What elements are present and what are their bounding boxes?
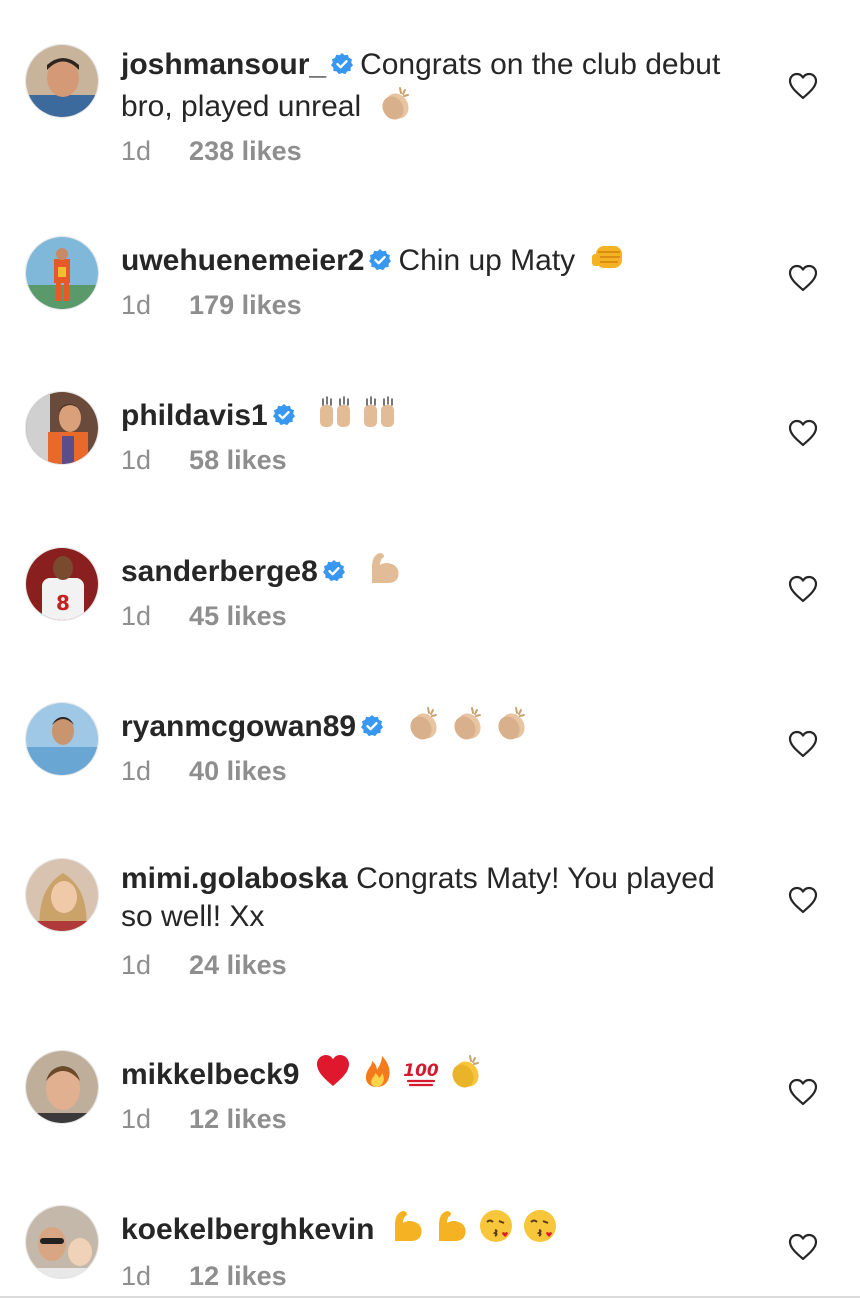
verified-badge-icon bbox=[369, 249, 392, 271]
timestamp: 1d bbox=[121, 136, 152, 166]
like-count[interactable]: 179 likes bbox=[189, 290, 302, 320]
comments-list: joshmansour_ Congrats on the club debut b… bbox=[0, 0, 860, 1298]
like-count[interactable]: 12 likes bbox=[189, 1104, 287, 1134]
comment-meta: 1d 58 likes bbox=[121, 445, 287, 476]
username[interactable]: mimi.golaboska bbox=[121, 862, 348, 895]
username[interactable]: joshmansour_ bbox=[121, 48, 326, 81]
emoji-group bbox=[590, 238, 628, 276]
svg-text:8: 8 bbox=[56, 591, 70, 615]
comment-text: ryanmcgowan89 bbox=[121, 704, 741, 746]
timestamp: 1d bbox=[121, 445, 152, 475]
emoji-group bbox=[376, 84, 414, 122]
comment-text: sanderberge8 bbox=[121, 549, 741, 591]
heart-outline-icon[interactable] bbox=[788, 730, 818, 758]
avatar[interactable]: 8 bbox=[25, 547, 99, 621]
clapping-hands-icon bbox=[498, 707, 526, 740]
comment-text: phildavis1 bbox=[121, 393, 741, 435]
username[interactable]: koekelberghkevin bbox=[121, 1213, 374, 1246]
like-count[interactable]: 58 likes bbox=[189, 445, 287, 475]
heart-outline-icon[interactable] bbox=[788, 264, 818, 292]
timestamp: 1d bbox=[121, 950, 152, 980]
timestamp: 1d bbox=[121, 1261, 152, 1291]
like-count[interactable]: 238 likes bbox=[189, 136, 302, 166]
verified-badge-icon bbox=[331, 53, 354, 75]
comment-text: joshmansour_ Congrats on the club debut b… bbox=[121, 46, 741, 126]
flexed-biceps-icon bbox=[438, 1211, 466, 1241]
timestamp: 1d bbox=[121, 601, 152, 631]
svg-text:100: 100 bbox=[403, 1061, 439, 1081]
comment-text: uwehuenemeier2 Chin up Maty bbox=[121, 238, 741, 280]
emoji-group bbox=[404, 704, 530, 742]
flexed-biceps-icon bbox=[372, 553, 399, 583]
kissing-face-icon bbox=[479, 1210, 512, 1242]
avatar[interactable] bbox=[25, 391, 99, 465]
verified-badge-icon bbox=[361, 715, 384, 737]
timestamp: 1d bbox=[121, 756, 152, 786]
avatar[interactable] bbox=[25, 44, 99, 118]
fire-icon bbox=[365, 1056, 390, 1087]
raising-hands-icon bbox=[320, 396, 351, 427]
verified-badge-icon bbox=[272, 404, 295, 426]
username[interactable]: phildavis1 bbox=[121, 399, 268, 432]
emoji-group: 100 bbox=[314, 1052, 484, 1090]
comment-body: Chin up Maty bbox=[398, 244, 576, 277]
comment-meta: 1d 12 likes bbox=[121, 1261, 287, 1292]
comment-meta: 1d 12 likes bbox=[121, 1104, 287, 1135]
clapping-hands-icon bbox=[410, 707, 438, 740]
like-count[interactable]: 40 likes bbox=[189, 756, 287, 786]
heart-outline-icon[interactable] bbox=[788, 72, 818, 100]
username[interactable]: mikkelbeck9 bbox=[121, 1058, 299, 1091]
emoji-group bbox=[366, 549, 404, 587]
avatar[interactable] bbox=[25, 236, 99, 310]
clapping-hands-icon bbox=[452, 1055, 479, 1088]
clapping-hands-icon bbox=[381, 87, 409, 120]
comment-meta: 1d 179 likes bbox=[121, 290, 302, 321]
emoji-group bbox=[316, 393, 398, 431]
flexed-biceps-icon bbox=[394, 1211, 422, 1241]
fist-bump-icon bbox=[591, 246, 622, 268]
kissing-face-icon bbox=[523, 1210, 556, 1242]
comment-meta: 1d 24 likes bbox=[121, 950, 287, 981]
like-count[interactable]: 45 likes bbox=[189, 601, 287, 631]
avatar[interactable] bbox=[25, 1050, 99, 1124]
comment-meta: 1d 40 likes bbox=[121, 756, 287, 787]
heart-outline-icon[interactable] bbox=[788, 1233, 818, 1261]
comment-text: mikkelbeck9 100 bbox=[121, 1052, 741, 1094]
clapping-hands-icon bbox=[454, 707, 482, 740]
hundred-points-icon: 100 bbox=[403, 1061, 439, 1087]
heart-outline-icon[interactable] bbox=[788, 419, 818, 447]
like-count[interactable]: 24 likes bbox=[189, 950, 287, 980]
raising-hands-icon bbox=[364, 396, 395, 427]
emoji-group bbox=[389, 1207, 559, 1245]
avatar[interactable] bbox=[25, 702, 99, 776]
timestamp: 1d bbox=[121, 1104, 152, 1134]
avatar[interactable] bbox=[25, 1205, 99, 1279]
heart-outline-icon[interactable] bbox=[788, 886, 818, 914]
heart-outline-icon[interactable] bbox=[788, 1078, 818, 1106]
heart-outline-icon[interactable] bbox=[788, 575, 818, 603]
comment-text: mimi.golaboska Congrats Maty! You played… bbox=[121, 860, 741, 936]
comment-meta: 1d 238 likes bbox=[121, 136, 302, 167]
username[interactable]: uwehuenemeier2 bbox=[121, 244, 364, 277]
username[interactable]: sanderberge8 bbox=[121, 555, 318, 588]
red-heart-icon bbox=[316, 1055, 349, 1086]
verified-badge-icon bbox=[322, 560, 345, 582]
comment-meta: 1d 45 likes bbox=[121, 601, 287, 632]
like-count[interactable]: 12 likes bbox=[189, 1261, 287, 1291]
avatar[interactable] bbox=[25, 858, 99, 932]
comment-text: koekelberghkevin bbox=[121, 1207, 741, 1249]
timestamp: 1d bbox=[121, 290, 152, 320]
username[interactable]: ryanmcgowan89 bbox=[121, 710, 356, 743]
